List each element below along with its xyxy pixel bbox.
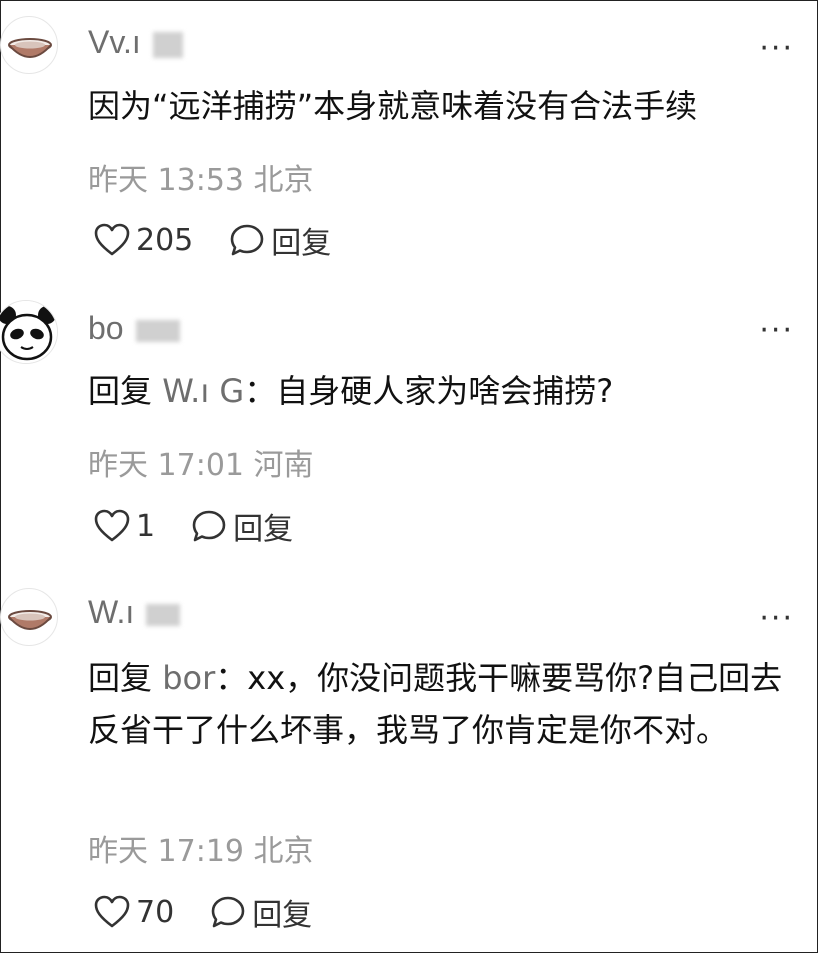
like-button[interactable]: 70 bbox=[94, 895, 174, 930]
username[interactable]: bo bbox=[88, 310, 180, 347]
avatar[interactable] bbox=[0, 588, 58, 646]
blurred-username-part bbox=[146, 603, 181, 626]
more-options-icon[interactable]: ··· bbox=[759, 316, 794, 346]
comment-actions: 205 回复 bbox=[94, 218, 331, 262]
like-button[interactable]: 205 bbox=[94, 223, 193, 258]
more-options-icon[interactable]: ··· bbox=[759, 604, 794, 634]
username[interactable]: Vv.ı bbox=[88, 24, 183, 61]
comment-text: 回复 bor：xx，你没问题我干嘛要骂你?自己回去反省干了什么坏事，我骂了你肯定… bbox=[88, 659, 783, 749]
comment-meta: 昨天 13:53 北京 bbox=[88, 163, 314, 198]
like-count: 1 bbox=[136, 508, 156, 544]
reply-target-user[interactable]: W.ı G bbox=[162, 372, 244, 410]
heart-icon bbox=[94, 223, 130, 256]
bowl-avatar-icon bbox=[8, 38, 52, 58]
blurred-username-part bbox=[135, 319, 180, 342]
blurred-username-part bbox=[152, 31, 183, 58]
more-options-icon[interactable]: ··· bbox=[759, 34, 794, 64]
comment-meta: 昨天 17:19 北京 bbox=[88, 834, 314, 869]
comment-bubble-icon bbox=[230, 224, 264, 256]
bowl-avatar-icon bbox=[8, 610, 52, 630]
comment-actions: 1 回复 bbox=[94, 504, 293, 548]
comment-meta: 昨天 17:01 河南 bbox=[88, 448, 314, 483]
reply-prefix: 回复 bbox=[88, 659, 153, 697]
heart-icon bbox=[94, 895, 130, 928]
comment-actions: 70 回复 bbox=[94, 890, 312, 934]
reply-label: 回复 bbox=[233, 512, 294, 547]
comment-text: 回复 W.ı G：自身硬人家为啥会捕捞? bbox=[88, 372, 614, 410]
reply-label: 回复 bbox=[252, 898, 313, 933]
avatar[interactable] bbox=[0, 16, 58, 74]
reply-target-user[interactable]: bor bbox=[162, 659, 215, 697]
username[interactable]: W.ı bbox=[88, 594, 181, 631]
reply-prefix: 回复 bbox=[88, 372, 153, 410]
comment-text: 因为“远洋捕捞”本身就意味着没有合法手续 bbox=[88, 87, 698, 125]
comment-bubble-icon bbox=[211, 896, 245, 928]
like-count: 205 bbox=[136, 222, 194, 258]
reply-separator: ： bbox=[215, 659, 248, 697]
heart-icon bbox=[94, 509, 130, 542]
reply-button[interactable]: 回复 bbox=[229, 218, 331, 262]
reply-separator: ： bbox=[244, 372, 277, 410]
reply-label: 回复 bbox=[271, 226, 332, 261]
reply-button[interactable]: 回复 bbox=[191, 504, 293, 548]
like-count: 70 bbox=[136, 894, 175, 930]
like-button[interactable]: 1 bbox=[94, 509, 155, 544]
reply-button[interactable]: 回复 bbox=[210, 890, 312, 934]
comment-bubble-icon bbox=[192, 510, 226, 542]
